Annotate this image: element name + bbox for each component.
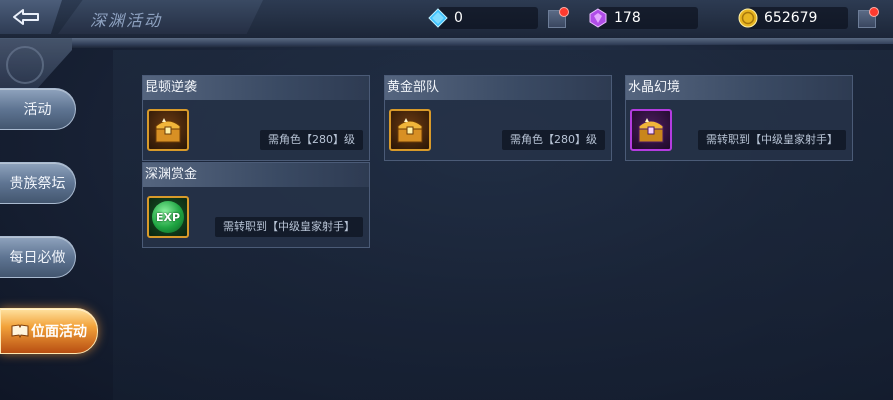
crystal-value: 178: [614, 10, 641, 26]
notification-dot: [559, 7, 569, 17]
activity-card[interactable]: 深渊赏金 EXP 需转职到【中级皇家射手】: [142, 162, 370, 248]
back-arrow-icon: [13, 9, 39, 25]
blue-diamond-icon: [428, 8, 448, 28]
book-icon: [11, 324, 29, 338]
currency-gold: 652679: [738, 7, 848, 29]
reward-slot[interactable]: [147, 109, 189, 151]
reward-slot[interactable]: [389, 109, 431, 151]
sidebar-item-noble-altar[interactable]: 贵族祭坛: [0, 162, 76, 204]
card-title: 水晶幻境: [626, 76, 852, 100]
activity-card[interactable]: 水晶幻境 需转职到【中级皇家射手】: [625, 75, 853, 161]
reward-slot[interactable]: [630, 109, 672, 151]
sidebar-item-label: 活动: [23, 102, 52, 118]
page-title: 深渊活动: [90, 11, 163, 30]
main-panel: 昆顿逆袭 需角色【280】级 黄金部队 需角色【280】级 水晶幻境 需转职到【…: [113, 50, 893, 400]
notification-dot: [869, 7, 879, 17]
card-title: 深渊赏金: [143, 163, 369, 187]
purple-chest-icon: [638, 118, 664, 143]
sidebar-item-label: 位面活动: [31, 324, 87, 340]
sidebar-item-plane-activity[interactable]: 位面活动: [0, 308, 98, 354]
sidebar-item-label: 贵族祭坛: [9, 176, 66, 192]
gold-chest-icon: [397, 118, 423, 143]
sidebar-item-activity[interactable]: 活动: [0, 88, 76, 130]
add-diamond-button[interactable]: [548, 7, 569, 28]
add-gold-button[interactable]: [858, 7, 879, 28]
requirement-label: 需角色【280】级: [502, 130, 605, 150]
diamond-value: 0: [454, 10, 463, 26]
currency-crystal: 178: [589, 7, 698, 29]
sidebar-item-daily[interactable]: 每日必做: [0, 236, 76, 278]
currency-diamond: 0: [428, 7, 538, 29]
gold-coin-icon: [738, 8, 758, 28]
requirement-label: 需转职到【中级皇家射手】: [215, 217, 363, 237]
gold-chest-icon: [155, 118, 181, 143]
exp-orb-icon: EXP: [152, 201, 184, 233]
purple-crystal-icon: [589, 8, 607, 28]
card-title: 黄金部队: [385, 76, 611, 100]
sidebar-item-label: 每日必做: [9, 250, 66, 266]
requirement-label: 需转职到【中级皇家射手】: [698, 130, 846, 150]
requirement-label: 需角色【280】级: [260, 130, 363, 150]
header-rail: [72, 38, 893, 48]
reward-slot[interactable]: EXP: [147, 196, 189, 238]
activity-card[interactable]: 黄金部队 需角色【280】级: [384, 75, 612, 161]
card-title: 昆顿逆袭: [143, 76, 369, 100]
activity-card[interactable]: 昆顿逆袭 需角色【280】级: [142, 75, 370, 161]
gold-value: 652679: [764, 10, 818, 26]
